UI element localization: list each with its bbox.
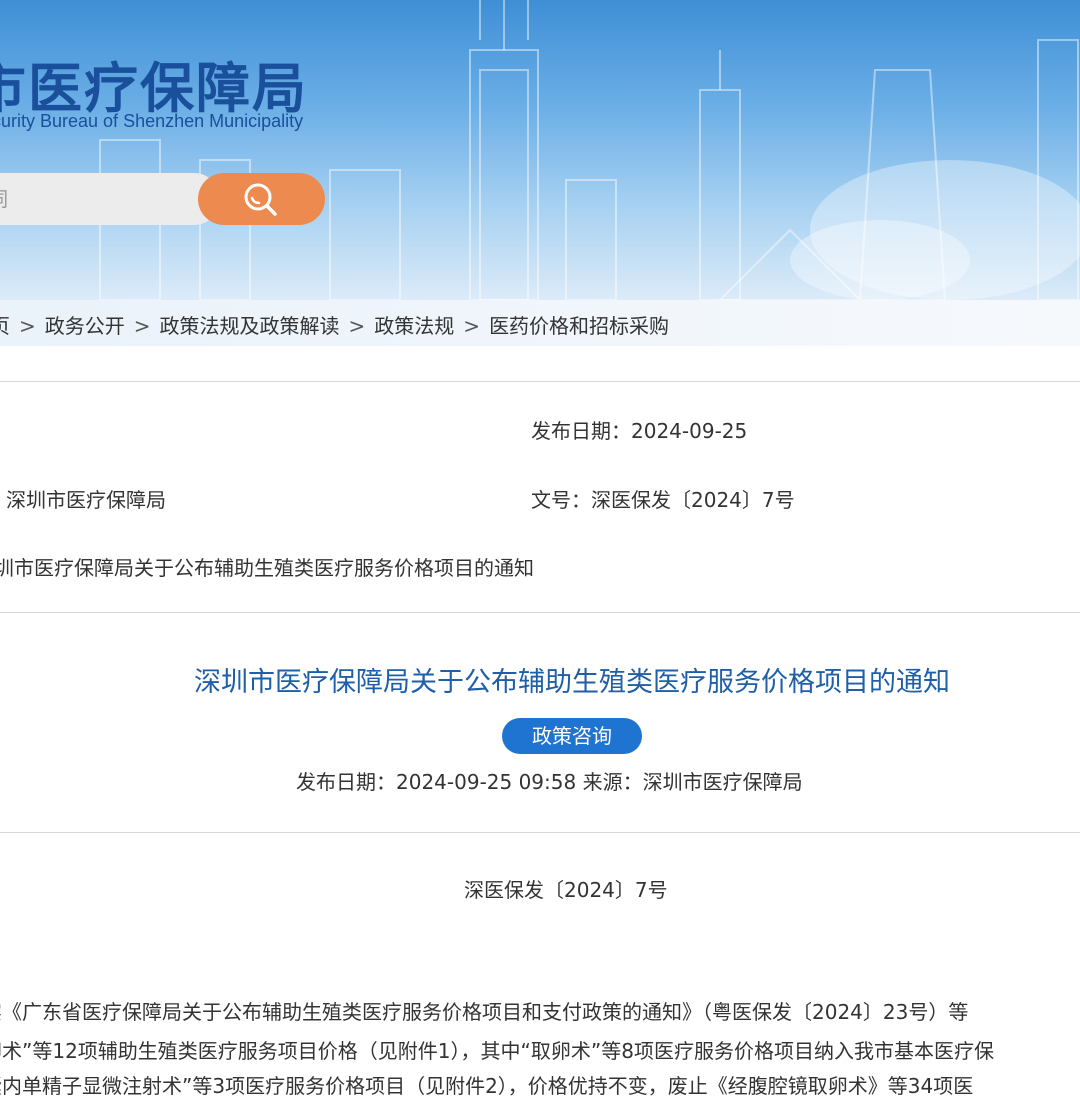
article-pubinfo: 发布日期：2024-09-25 09:58 来源：深圳市医疗保障局 [296, 770, 803, 794]
breadcrumb-separator: > [133, 314, 151, 338]
breadcrumb-drug-pricing[interactable]: 医药价格和招标采购 [489, 314, 669, 338]
article-title: 深圳市医疗保障局关于公布辅助生殖类医疗服务价格项目的通知 [194, 667, 950, 698]
breadcrumb-gov-affairs[interactable]: 政务公开 [45, 314, 125, 338]
search-button[interactable] [198, 173, 325, 225]
category-badge[interactable]: 政策咨询 [502, 718, 642, 754]
search-icon [244, 183, 277, 216]
breadcrumb-home[interactable]: 页 [0, 314, 10, 338]
site-header: 市医疗保障局 curity Bureau of Shenzhen Municip… [0, 0, 1080, 300]
divider [0, 832, 1080, 833]
search-box [0, 173, 220, 225]
breadcrumb-separator: > [348, 314, 366, 338]
breadcrumb-policy-interpretation[interactable]: 政策法规及政策解读 [160, 314, 340, 338]
breadcrumb-separator: > [463, 314, 481, 338]
site-subtitle: curity Bureau of Shenzhen Municipality [0, 111, 304, 131]
breadcrumb-separator: > [19, 314, 36, 338]
article-paragraph: 囊内单精子显微注射术”等3项医疗服务价格项目（见附件2），价格优持不变，废止《经… [0, 1074, 974, 1098]
breadcrumb: 页 > 政务公开 > 政策法规及政策解读 > 政策法规 > 医药价格和招标采购 [0, 310, 669, 339]
search-input[interactable] [0, 173, 188, 225]
article-paragraph: 实《广东省医疗保障局关于公布辅助生殖类医疗服务价格项目和支付政策的通知》（粤医保… [0, 1000, 969, 1024]
meta-subject: 圳市医疗保障局关于公布辅助生殖类医疗服务价格项目的通知 [0, 556, 534, 580]
divider [0, 612, 1080, 613]
article-paragraph: 卵术”等12项辅助生殖类医疗服务项目价格（见附件1），其中“取卵术”等8项医疗服… [0, 1039, 994, 1063]
meta-issuer: 深圳市医疗保障局 [6, 488, 166, 512]
breadcrumb-bar: 页 > 政务公开 > 政策法规及政策解读 > 政策法规 > 医药价格和招标采购 [0, 300, 1080, 346]
article-doc-number: 深医保发〔2024〕7号 [464, 878, 668, 902]
meta-doc-number: 文号：深医保发〔2024〕7号 [531, 488, 795, 512]
breadcrumb-policy-regulations[interactable]: 政策法规 [374, 314, 454, 338]
article-salutation: ： [0, 934, 10, 963]
divider [0, 381, 1080, 382]
meta-publish-date: 发布日期：2024-09-25 [531, 419, 748, 443]
